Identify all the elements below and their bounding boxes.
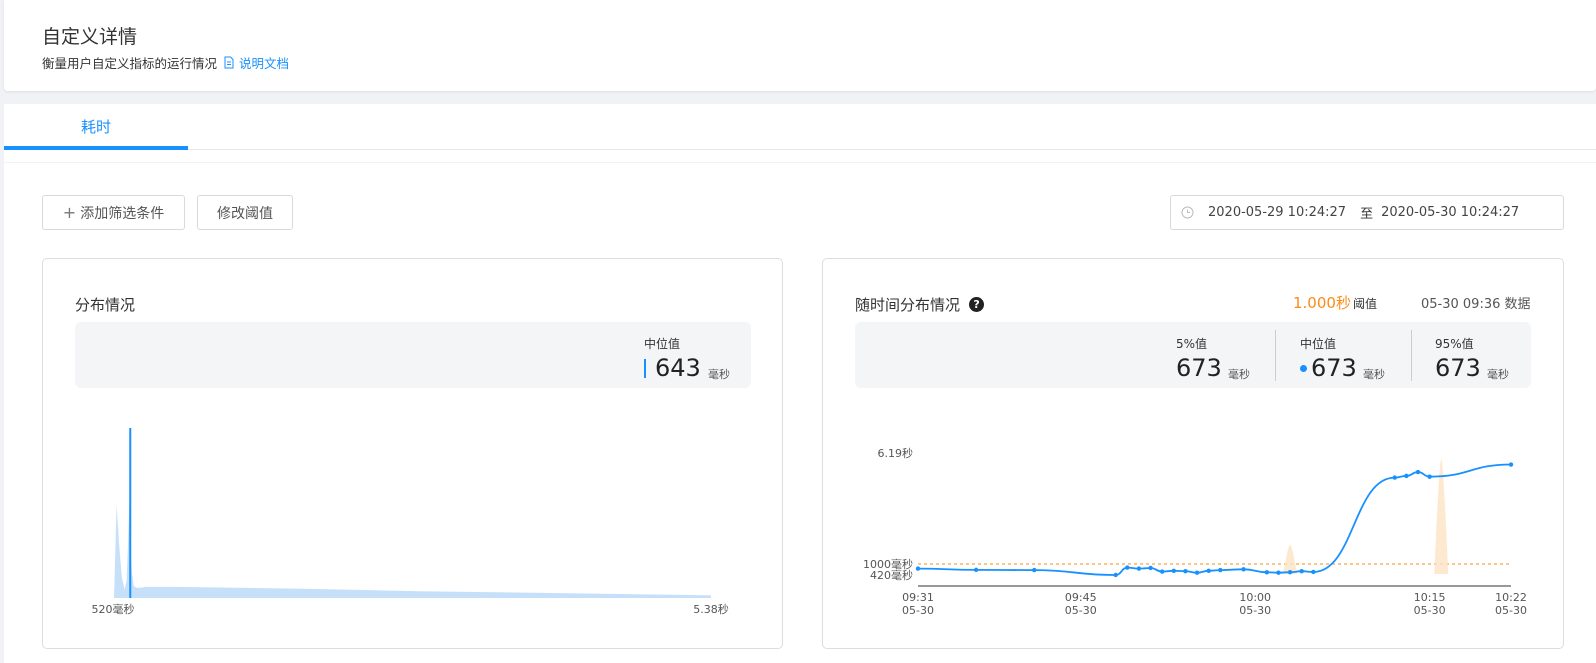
date-start[interactable]: 2020-05-29 10:24:27 bbox=[1208, 205, 1346, 220]
data-point bbox=[1241, 567, 1246, 572]
x-tick-date: 05-30 bbox=[1239, 604, 1271, 617]
data-point bbox=[1427, 474, 1432, 479]
x-tick-date: 05-30 bbox=[902, 604, 934, 617]
page-title: 自定义详情 bbox=[42, 26, 138, 48]
page-description: 衡量用户自定义指标的运行情况 说明文档 bbox=[42, 53, 289, 72]
x-tick-time: 10:15 bbox=[1414, 591, 1446, 604]
data-point bbox=[915, 566, 921, 571]
doc-link[interactable]: 说明文档 bbox=[223, 53, 289, 72]
x-min-label: 520毫秒 bbox=[92, 602, 135, 616]
data-point bbox=[1125, 565, 1130, 570]
x-tick-time: 09:45 bbox=[1065, 591, 1097, 604]
data-point bbox=[1148, 565, 1153, 571]
y-tick-label: 1000毫秒 bbox=[863, 557, 913, 571]
add-filter-button[interactable]: + 添加筛选条件 bbox=[42, 195, 185, 230]
y-tick-label: 6.19秒 bbox=[878, 446, 914, 460]
data-point bbox=[1287, 569, 1293, 575]
date-end[interactable]: 2020-05-30 10:24:27 bbox=[1381, 205, 1519, 220]
data-point bbox=[1404, 473, 1409, 479]
plus-icon: + bbox=[62, 203, 77, 222]
data-point bbox=[1171, 568, 1177, 574]
data-point bbox=[1218, 567, 1223, 573]
divider bbox=[4, 162, 1596, 163]
document-icon bbox=[224, 56, 234, 69]
data-point bbox=[1194, 570, 1200, 575]
distribution-chart: 520毫秒 5.38秒 bbox=[92, 428, 729, 616]
data-point bbox=[1032, 567, 1037, 573]
add-filter-label: 添加筛选条件 bbox=[80, 205, 165, 222]
clock-icon bbox=[1181, 206, 1194, 219]
data-point bbox=[1136, 566, 1142, 571]
time-distribution-panel: 随时间分布情况 ? 1.000秒 阈值 05-30 09:36 数据 5%值 6… bbox=[822, 258, 1564, 649]
tab-duration[interactable]: 耗时 bbox=[4, 104, 188, 150]
tab-active-indicator bbox=[4, 146, 188, 150]
data-point bbox=[1508, 462, 1514, 467]
data-point bbox=[1392, 475, 1397, 480]
tab-bar: 耗时 bbox=[4, 104, 1596, 150]
main-content: 耗时 + 添加筛选条件 修改阈值 2020-05-29 10:24:27 至 2… bbox=[4, 104, 1596, 663]
data-point bbox=[1415, 469, 1421, 475]
time-distribution-chart: 420毫秒1000毫秒6.19秒09:3105-3009:4505-3010:0… bbox=[863, 446, 1527, 617]
x-tick-time: 09:31 bbox=[902, 591, 934, 604]
x-tick-date: 05-30 bbox=[1414, 604, 1446, 617]
date-separator: 至 bbox=[1360, 207, 1374, 222]
data-point bbox=[1206, 568, 1211, 574]
data-point bbox=[1276, 570, 1281, 575]
data-point bbox=[1264, 570, 1270, 575]
x-tick-date: 05-30 bbox=[1495, 604, 1527, 617]
data-point bbox=[1299, 569, 1304, 574]
x-max-label: 5.38秒 bbox=[693, 602, 729, 616]
x-tick-time: 10:22 bbox=[1495, 591, 1527, 604]
anomaly-band bbox=[1283, 544, 1298, 574]
distribution-area bbox=[114, 504, 711, 598]
median-series-line bbox=[917, 463, 1512, 576]
x-tick-time: 10:00 bbox=[1239, 591, 1271, 604]
doc-link-label: 说明文档 bbox=[239, 56, 290, 71]
data-point bbox=[1113, 572, 1118, 578]
x-tick-date: 05-30 bbox=[1065, 604, 1097, 617]
distribution-panel: 分布情况 中位值 643 毫秒 520毫秒 5.38秒 bbox=[42, 258, 783, 649]
modify-threshold-button[interactable]: 修改阈值 bbox=[197, 195, 293, 230]
data-point bbox=[1183, 569, 1188, 574]
date-range-picker[interactable]: 2020-05-29 10:24:27 至 2020-05-30 10:24:2… bbox=[1170, 195, 1564, 230]
data-point bbox=[1311, 569, 1316, 575]
data-point bbox=[973, 567, 979, 573]
data-point bbox=[1159, 569, 1165, 574]
page-header: 自定义详情 衡量用户自定义指标的运行情况 说明文档 bbox=[4, 0, 1596, 91]
description-text: 衡量用户自定义指标的运行情况 bbox=[42, 56, 218, 71]
